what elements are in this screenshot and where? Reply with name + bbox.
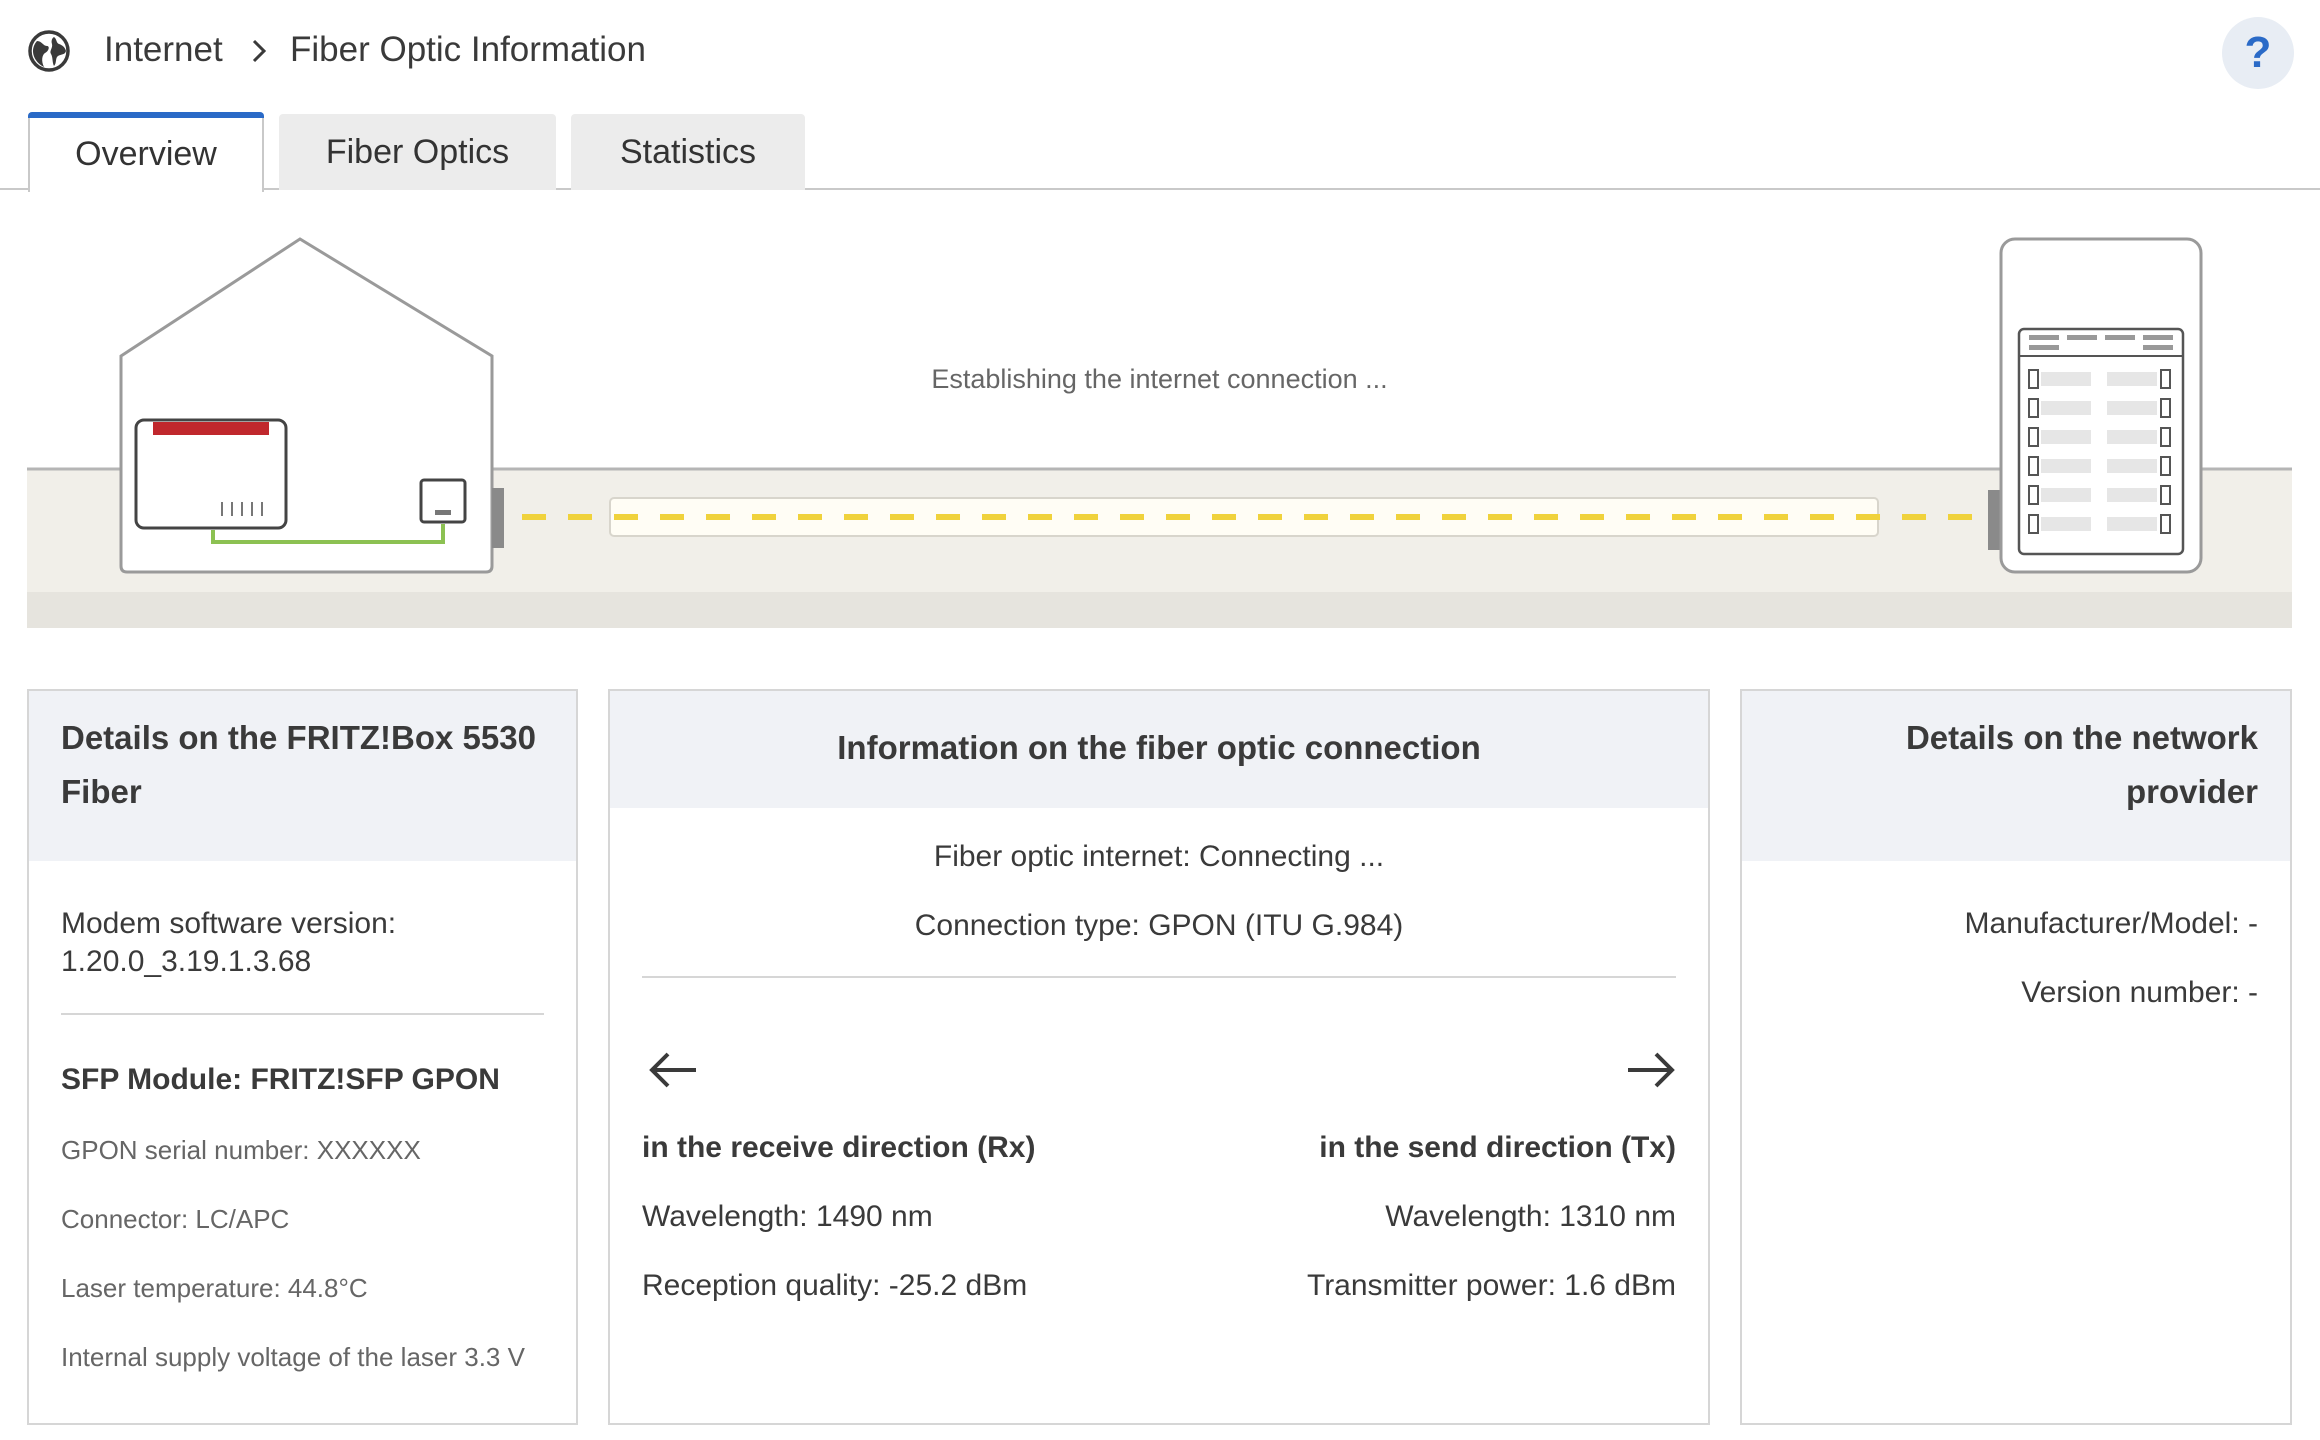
divider	[61, 1013, 544, 1015]
router-icon	[134, 418, 288, 530]
version-number: Version number: -	[2021, 976, 2258, 1009]
network-cabinet-icon	[1988, 237, 2203, 574]
fiber-status: Fiber optic internet: Connecting ...	[933, 840, 1385, 873]
laser-temperature: Laser temperature: 44.8°C	[61, 1273, 368, 1303]
tab-statistics[interactable]: Statistics	[571, 114, 805, 190]
fiber-connection-diagram	[27, 237, 2292, 628]
connector-type: Connector: LC/APC	[61, 1204, 290, 1234]
breadcrumb-fiber-optic-information: Fiber Optic Information	[290, 30, 646, 69]
provider-details-card: Details on the network provider Manufact…	[1740, 689, 2292, 1425]
card-header: Information on the fiber optic connectio…	[610, 691, 1708, 808]
sfp-module-title: SFP Module: FRITZ!SFP GPON	[61, 1063, 500, 1096]
provider-card-title: Details on the network provider	[1905, 719, 2258, 810]
rx-section: in the receive direction (Rx) Wavelength…	[642, 1129, 1035, 1305]
manufacturer-model: Manufacturer/Model: -	[1964, 907, 2258, 940]
connection-status-text: Establishing the internet connection ...	[931, 364, 1388, 394]
card-header: Details on the network provider	[1742, 691, 2290, 861]
rx-reception-quality: Reception quality: -25.2 dBm	[642, 1269, 1028, 1302]
tab-bar: Overview Fiber Optics Statistics	[0, 112, 2320, 192]
chevron-right-icon	[252, 39, 267, 63]
modem-software-label: Modem software version:	[61, 907, 397, 940]
header: Internet Fiber Optic Information ?	[0, 0, 2320, 110]
divider	[642, 976, 1676, 978]
connection-type: Connection type: GPON (ITU G.984)	[914, 909, 1404, 942]
tx-wavelength: Wavelength: 1310 nm	[1385, 1200, 1676, 1233]
arrow-left-icon	[649, 1052, 696, 1088]
arrow-right-icon	[1628, 1052, 1675, 1088]
laser-supply-voltage: Internal supply voltage of the laser 3.3…	[61, 1342, 525, 1372]
fiber-connection-card: Information on the fiber optic connectio…	[608, 689, 1710, 1425]
fritzbox-card-title: Details on the FRITZ!Box 5530 Fiber	[61, 719, 536, 810]
fiber-outlet-icon	[419, 478, 467, 524]
tab-overview[interactable]: Overview	[28, 112, 264, 192]
fritzbox-details-card: Details on the FRITZ!Box 5530 Fiber Mode…	[27, 689, 578, 1425]
tx-section: in the send direction (Tx) Wavelength: 1…	[1307, 1129, 1676, 1305]
help-button[interactable]: ?	[2222, 17, 2294, 89]
rx-title: in the receive direction (Rx)	[642, 1131, 1036, 1164]
globe-icon	[28, 30, 70, 72]
tab-fiber-optics[interactable]: Fiber Optics	[279, 114, 556, 190]
tx-title: in the send direction (Tx)	[1319, 1131, 1676, 1164]
rx-wavelength: Wavelength: 1490 nm	[642, 1200, 933, 1233]
gpon-serial-number: GPON serial number: XXXXXX	[61, 1135, 421, 1165]
modem-software-value: 1.20.0_3.19.1.3.68	[61, 945, 312, 978]
card-header: Details on the FRITZ!Box 5530 Fiber	[29, 691, 576, 861]
tx-transmitter-power: Transmitter power: 1.6 dBm	[1306, 1269, 1676, 1302]
fiber-card-title: Information on the fiber optic connectio…	[837, 729, 1481, 766]
breadcrumb-internet[interactable]: Internet	[104, 30, 223, 70]
connection-illustration: Establishing the internet connection ...	[27, 230, 2292, 628]
